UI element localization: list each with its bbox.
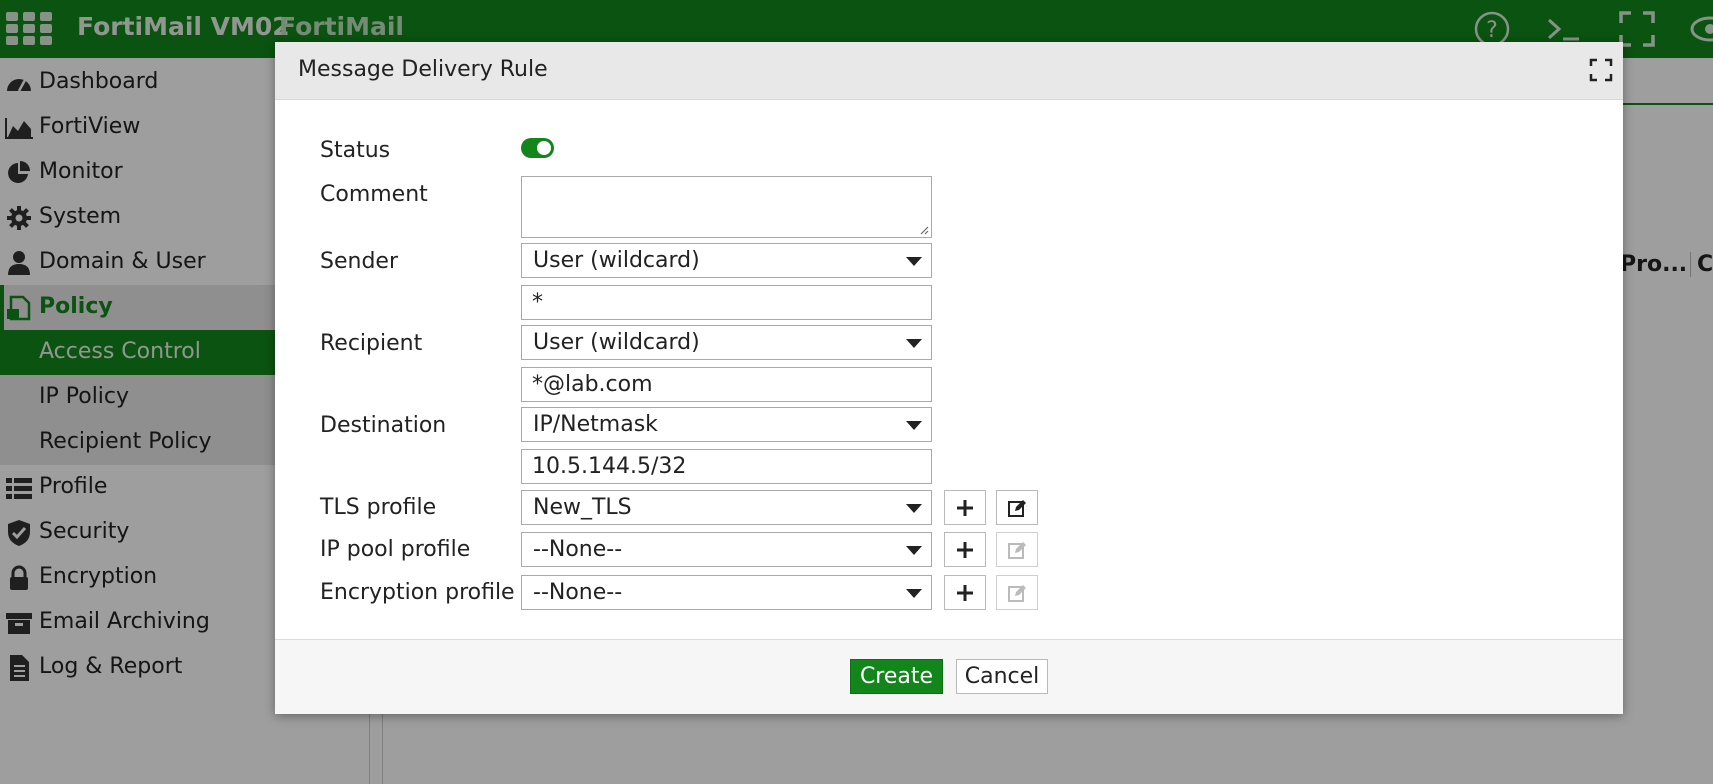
ip-pool-profile-select[interactable]: --None-- xyxy=(521,532,932,567)
edit-tls-profile-button[interactable] xyxy=(996,490,1038,525)
destination-type-value: IP/Netmask xyxy=(533,412,658,437)
comment-textarea[interactable] xyxy=(521,176,932,238)
recipient-type-select[interactable]: User (wildcard) xyxy=(521,325,932,360)
sender-type-value: User (wildcard) xyxy=(533,248,700,273)
plus-icon xyxy=(957,541,973,558)
comment-label: Comment xyxy=(320,182,428,207)
edit-icon xyxy=(1008,584,1026,602)
edit-icon xyxy=(1008,499,1026,517)
edit-icon xyxy=(1008,541,1026,559)
encryption-profile-select[interactable]: --None-- xyxy=(521,575,932,610)
tls-profile-value: New_TLS xyxy=(533,495,632,520)
destination-label: Destination xyxy=(320,413,447,438)
encryption-profile-value: --None-- xyxy=(533,580,623,605)
add-encryption-profile-button[interactable] xyxy=(944,575,986,610)
chevron-down-icon xyxy=(906,421,922,430)
add-ip-pool-profile-button[interactable] xyxy=(944,532,986,567)
recipient-label: Recipient xyxy=(320,331,423,356)
chevron-down-icon xyxy=(906,546,922,555)
ip-pool-profile-value: --None-- xyxy=(533,537,623,562)
destination-netmask-input[interactable]: 10.5.144.5/32 xyxy=(521,449,932,484)
dialog-header: Message Delivery Rule xyxy=(275,42,1623,100)
tls-profile-select[interactable]: New_TLS xyxy=(521,490,932,525)
destination-type-select[interactable]: IP/Netmask xyxy=(521,407,932,442)
plus-icon xyxy=(957,499,973,516)
toggle-knob xyxy=(537,141,551,155)
chevron-down-icon xyxy=(906,589,922,598)
sender-pattern-input[interactable]: * xyxy=(521,285,932,320)
edit-encryption-profile-button[interactable] xyxy=(996,575,1038,610)
chevron-down-icon xyxy=(906,339,922,348)
chevron-down-icon xyxy=(906,504,922,513)
tls-profile-label: TLS profile xyxy=(320,495,437,520)
message-delivery-rule-dialog: Message Delivery Rule Status Comment Sen… xyxy=(275,42,1623,714)
dialog-footer xyxy=(275,639,1623,714)
resize-grip-icon[interactable] xyxy=(919,225,929,235)
ip-pool-profile-label: IP pool profile xyxy=(320,537,471,562)
chevron-down-icon xyxy=(906,257,922,266)
expand-icon[interactable] xyxy=(1589,58,1613,82)
status-toggle[interactable] xyxy=(521,138,554,158)
create-button[interactable]: Create xyxy=(850,659,943,694)
plus-icon xyxy=(957,584,973,601)
status-label: Status xyxy=(320,138,391,163)
add-tls-profile-button[interactable] xyxy=(944,490,986,525)
sender-label: Sender xyxy=(320,249,398,274)
sender-type-select[interactable]: User (wildcard) xyxy=(521,243,932,278)
dialog-title: Message Delivery Rule xyxy=(298,57,548,82)
encryption-profile-label: Encryption profile xyxy=(320,580,515,605)
cancel-button[interactable]: Cancel xyxy=(956,659,1048,694)
recipient-type-value: User (wildcard) xyxy=(533,330,700,355)
recipient-pattern-input[interactable]: *@lab.com xyxy=(521,367,932,402)
edit-ip-pool-profile-button[interactable] xyxy=(996,532,1038,567)
